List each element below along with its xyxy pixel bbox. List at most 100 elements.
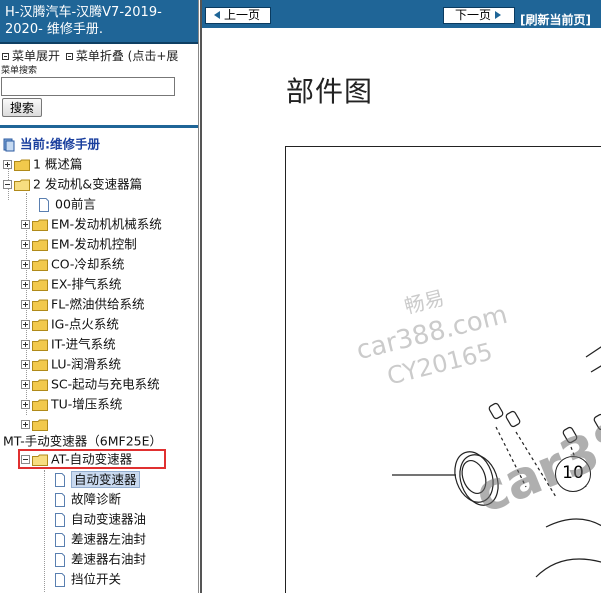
folder-icon <box>32 359 48 371</box>
tree-line <box>44 470 45 592</box>
folder-icon <box>32 379 48 391</box>
plus-icon[interactable] <box>21 400 30 409</box>
tree-node-label: EM-发动机控制 <box>51 236 137 252</box>
folder-icon <box>32 279 48 291</box>
tree-node[interactable]: SC-起动与充电系统 <box>21 374 160 394</box>
tree-node-label: 故障诊断 <box>71 491 122 507</box>
tree-leaf[interactable]: 自动变速器油 <box>54 509 146 529</box>
tree-leaf[interactable]: 挡位开关 <box>54 569 121 589</box>
folder-open-icon <box>14 179 30 191</box>
tree-node-label: MT-手动变速器（6MF25E） <box>3 433 163 449</box>
folder-icon <box>32 259 48 271</box>
document-icon <box>39 197 49 212</box>
current-manual-node[interactable]: 当前:维修手册 <box>3 134 100 154</box>
tree-node-label: TU-增压系统 <box>51 396 123 412</box>
minus-icon[interactable] <box>21 455 30 464</box>
tree-node-label: LU-润滑系统 <box>51 356 122 372</box>
divider <box>0 125 198 128</box>
tree-leaf[interactable]: 故障诊断 <box>54 489 121 509</box>
tree-node[interactable]: CO-冷却系统 <box>21 254 124 274</box>
plus-icon[interactable] <box>21 360 30 369</box>
plus-icon[interactable] <box>21 380 30 389</box>
current-label: 当前:维修手册 <box>20 136 100 152</box>
page-title: 部件图 <box>286 75 374 108</box>
tree-node-label: 挡位开关 <box>71 571 122 587</box>
tree-node-label: 差速器左油封 <box>71 531 147 547</box>
tree-leaf[interactable]: 差速器左油封 <box>54 529 146 549</box>
tree-node-label: EM-发动机机械系统 <box>51 216 162 232</box>
arrow-right-icon <box>495 10 501 19</box>
folder-icon <box>32 339 48 351</box>
tree-node-label: 差速器右油封 <box>71 551 147 567</box>
tree-node-label: 00前言 <box>55 196 96 212</box>
plus-icon[interactable] <box>21 240 30 249</box>
tree-node-label: CO-冷却系统 <box>51 256 125 272</box>
tree-node-label: IG-点火系统 <box>51 316 119 332</box>
tree-node[interactable]: IT-进气系统 <box>21 334 116 354</box>
content-toolbar: 上一页 下一页 [刷新当前页] <box>202 0 601 28</box>
tree-node-label: FL-燃油供给系统 <box>51 296 145 312</box>
next-page-label: 下一页 <box>454 8 491 22</box>
tree-node[interactable]: TU-增压系统 <box>21 394 122 414</box>
tree-leaf[interactable]: 差速器右油封 <box>54 549 146 569</box>
tree-node[interactable]: EM-发动机机械系统 <box>21 214 162 234</box>
refresh-page-link[interactable]: [刷新当前页] <box>520 11 591 28</box>
folder-icon <box>32 299 48 311</box>
navigation-frame: H-汉腾汽车-汉腾V7-2019-2020- 维修手册. 菜单展开 菜单折叠 (… <box>0 0 199 593</box>
document-icon <box>55 552 65 567</box>
document-icon <box>55 512 65 527</box>
plus-icon[interactable] <box>21 420 30 429</box>
menu-collapse-link[interactable]: 菜单折叠 (点击+展 <box>76 49 179 63</box>
search-input[interactable] <box>1 77 175 96</box>
plus-icon[interactable] <box>21 340 30 349</box>
tree-node-label: SC-起动与充电系统 <box>51 376 160 392</box>
plus-icon[interactable] <box>21 300 30 309</box>
tree-node-label: AT-自动变速器 <box>51 451 133 467</box>
tree-leaf[interactable]: 00前言 <box>38 194 96 214</box>
document-icon <box>55 472 65 487</box>
arrow-left-icon <box>213 10 220 19</box>
plus-icon[interactable] <box>21 280 30 289</box>
tree-node-label: 自动变速器油 <box>71 511 147 527</box>
tree-node-mt[interactable]: MT-手动变速器（6MF25E） <box>3 431 162 451</box>
plus-icon[interactable] <box>21 320 30 329</box>
folder-icon <box>32 219 48 231</box>
previous-page-button[interactable]: 上一页 <box>205 7 271 24</box>
tree-node-label: 自动变速器 <box>71 470 140 488</box>
expand-icon <box>2 52 9 60</box>
document-icon <box>55 532 65 547</box>
tree-node[interactable]: LU-润滑系统 <box>21 354 121 374</box>
tree-node[interactable]: FL-燃油供给系统 <box>21 294 144 314</box>
document-icon <box>55 572 65 587</box>
content-frame: 上一页 下一页 [刷新当前页] 部件图 畅易 car388.com CY2016… <box>200 0 601 593</box>
plus-icon[interactable] <box>21 260 30 269</box>
tree-node[interactable]: EM-发动机控制 <box>21 234 137 254</box>
menu-expand-link[interactable]: 菜单展开 <box>12 49 60 63</box>
tree-node-label: 2 发动机&变速器篇 <box>33 176 143 192</box>
folder-icon <box>14 159 30 171</box>
tree-leaf-selected[interactable]: 自动变速器 <box>54 469 140 489</box>
folder-icon <box>32 419 48 431</box>
tree-node[interactable]: 1 概述篇 <box>3 154 82 174</box>
collapse-icon <box>65 52 73 60</box>
tree-node[interactable]: 2 发动机&变速器篇 <box>3 174 142 194</box>
minus-icon[interactable] <box>3 180 12 189</box>
folder-icon <box>32 399 48 411</box>
search-button[interactable]: 搜索 <box>2 98 42 117</box>
plus-icon[interactable] <box>21 220 30 229</box>
manual-title: H-汉腾汽车-汉腾V7-2019-2020- 维修手册. <box>0 0 198 44</box>
tree-node[interactable]: IG-点火系统 <box>21 314 119 334</box>
plus-icon[interactable] <box>3 160 12 169</box>
search-label: 菜单搜索 <box>1 66 38 76</box>
folder-open-icon <box>32 454 48 466</box>
folder-icon <box>32 319 48 331</box>
manual-book-icon <box>3 138 15 151</box>
tree-node[interactable]: EX-排气系统 <box>21 274 121 294</box>
tree-node-label: IT-进气系统 <box>51 336 116 352</box>
folder-icon <box>32 239 48 251</box>
document-icon <box>55 492 65 507</box>
tree-node[interactable]: AT-自动变速器 <box>21 449 132 469</box>
next-page-button[interactable]: 下一页 <box>443 7 515 24</box>
tree-node-label: 1 概述篇 <box>33 156 83 172</box>
tree-node-label: EX-排气系统 <box>51 276 122 292</box>
